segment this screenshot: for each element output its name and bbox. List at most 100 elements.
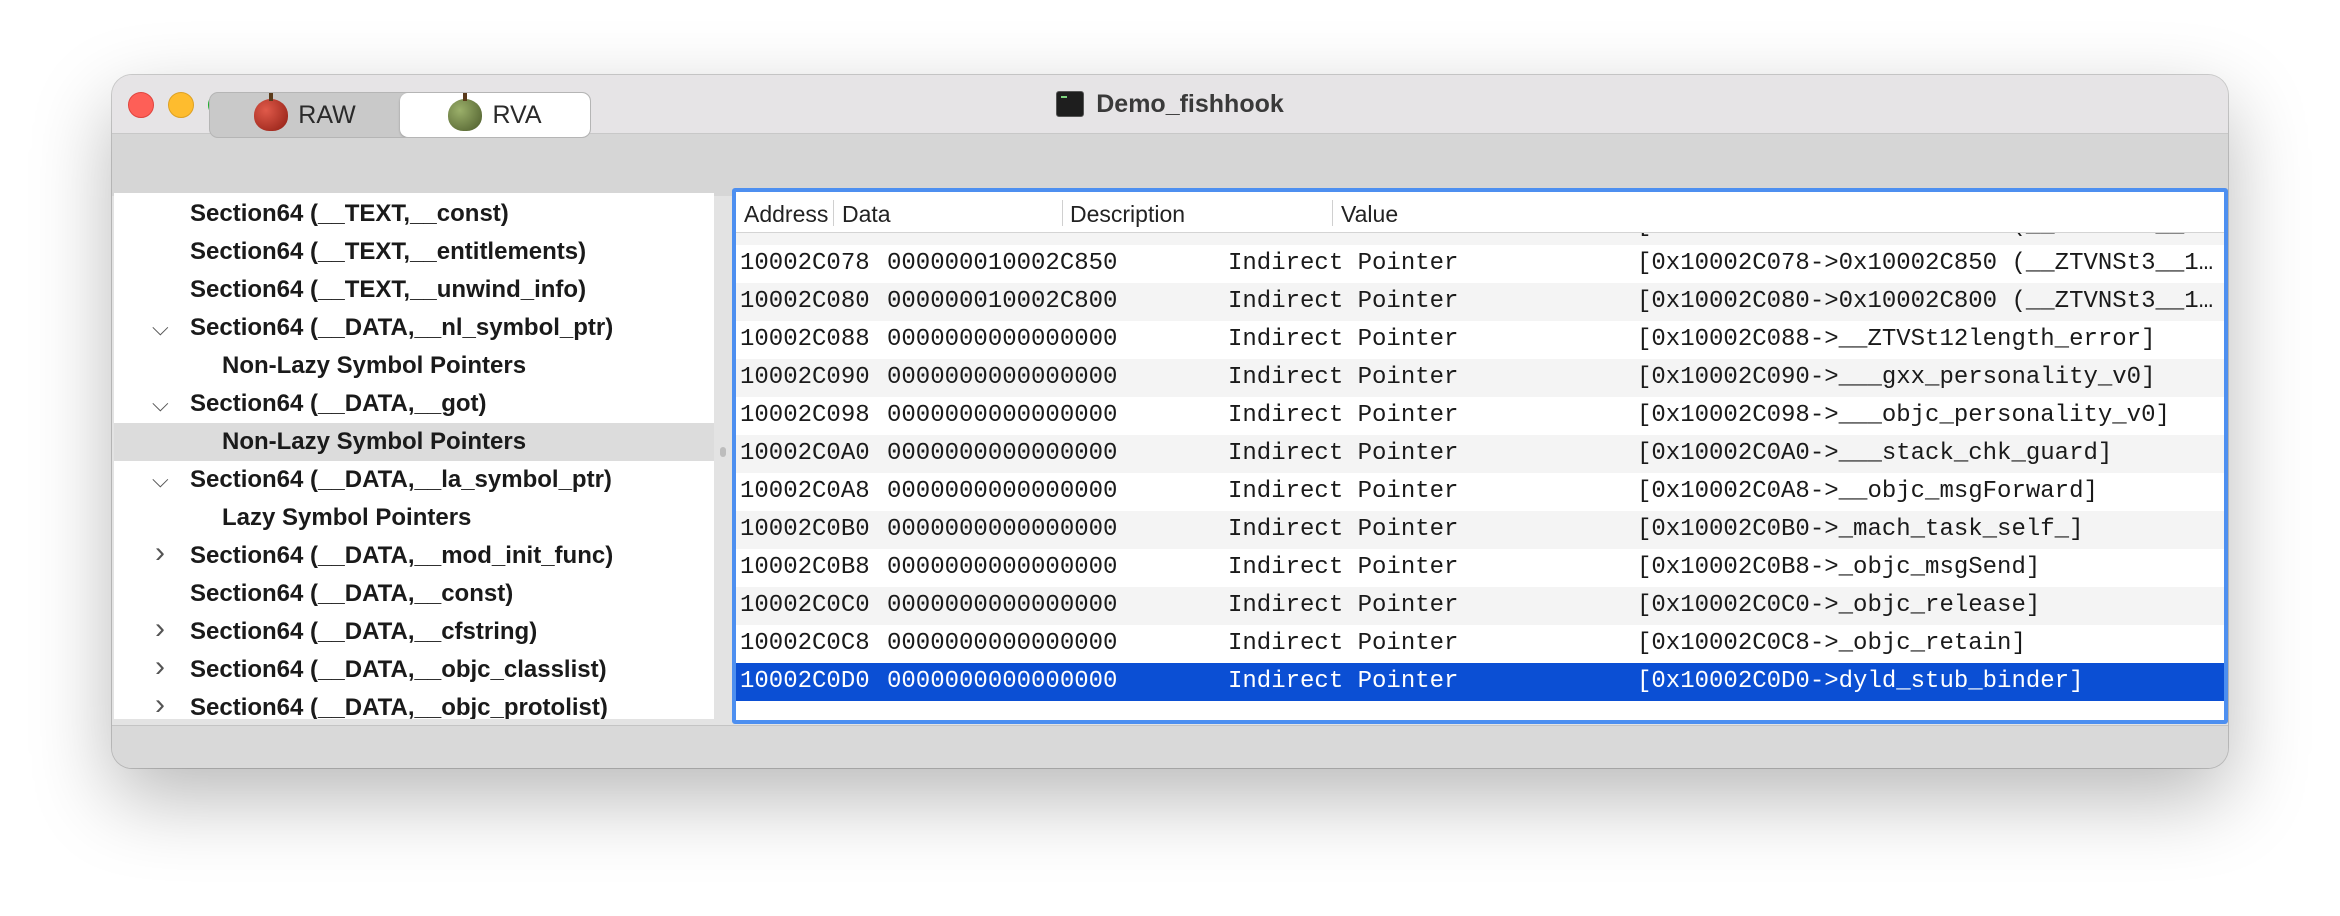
table-row[interactable]: 10002C088 0000000000000000 Indirect Pointe… (736, 321, 2224, 359)
cell-address: 10002C078 (740, 250, 870, 277)
cell-description: Indirect Pointer (1228, 668, 1459, 695)
cell-value: [0x10002C078->0x10002C850 (__ZTVNSt3__1… (1637, 250, 2214, 277)
table-row[interactable]: 10002C080 000000010002C800 Indirect Pointe… (736, 283, 2224, 321)
raw-segment-label: RAW (298, 100, 356, 129)
split-view-divider[interactable] (720, 447, 726, 457)
sidebar-item-label: Section64 (__TEXT,__const) (190, 200, 509, 227)
column-header-data[interactable]: Data (842, 192, 891, 232)
sidebar-item-label: Non-Lazy Symbol Pointers (222, 352, 527, 379)
table-row[interactable]: 10002C0B0 0000000000000000 Indirect Pointe… (736, 511, 2224, 549)
cell-data: 0000000000000000 (887, 668, 1118, 695)
cell-description: Indirect Pointer (1228, 402, 1459, 429)
table-row[interactable]: 10002C0B8 0000000000000000 Indirect Pointe… (736, 549, 2224, 587)
sidebar-item[interactable]: › Section64 (__DATA,__objc_classlist) (114, 648, 714, 689)
cell-value: [0x10002C0C0->_objc_release] (1637, 592, 2041, 619)
cell-data: 0000000000000000 (887, 630, 1118, 657)
cell-data: 000000010002C850 (887, 250, 1118, 277)
column-header-address[interactable]: Address (744, 192, 828, 232)
cell-description: Indirect Pointer (1228, 288, 1459, 315)
cell-value: [0x10002C080->0x10002C800 (__ZTVNSt3__1… (1637, 288, 2214, 315)
status-bar (112, 725, 2228, 768)
column-header-value[interactable]: Value (1341, 192, 1398, 232)
cell-data: 0000000000000000 (887, 478, 1118, 505)
cell-value: [0x10002C0A8->__objc_msgForward] (1637, 478, 2098, 505)
sidebar-item-label: Section64 (__DATA,__la_symbol_ptr) (190, 466, 612, 493)
sidebar-item[interactable]: Section64 (__TEXT,__unwind_info) (114, 271, 714, 309)
table-row[interactable]: 10002C090 0000000000000000 Indirect Pointe… (736, 359, 2224, 397)
cell-data: 0000000000000000 (887, 516, 1118, 543)
column-header-description[interactable]: Description (1070, 192, 1185, 232)
raw-segment-button[interactable]: RAW (210, 93, 400, 137)
raw-rva-segmented-control: RAW RVA (209, 92, 591, 138)
green-apple-icon (448, 93, 483, 131)
sidebar-item[interactable]: Section64 (__TEXT,__const) (114, 195, 714, 233)
chevron-right-icon[interactable]: › (155, 648, 165, 686)
table-row[interactable]: 10002C0C0 0000000000000000 Indirect Pointe… (736, 587, 2224, 625)
cell-description: Indirect Pointer (1228, 516, 1459, 543)
sidebar-item-label: Section64 (__DATA,__mod_init_func) (190, 542, 614, 569)
cell-description: Indirect Pointer (1228, 440, 1459, 467)
cell-value: [0x10002C0C8->_objc_retain] (1637, 630, 2026, 657)
sidebar-item-label: Section64 (__DATA,__const) (190, 580, 514, 607)
sidebar-item-label: Section64 (__DATA,__objc_protolist) (190, 694, 608, 719)
sidebar-item[interactable]: Non-Lazy Symbol Pointers (114, 347, 714, 385)
chevron-right-icon[interactable]: › (155, 610, 165, 648)
cell-address: 10002C0C8 (740, 630, 870, 657)
cell-address: 10002C0A0 (740, 440, 870, 467)
cell-address: 10002C0D0 (740, 668, 870, 695)
cell-value: [0x10002C0B0->_mach_task_self_] (1637, 516, 2084, 543)
sidebar-item[interactable]: Non-Lazy Symbol Pointers (114, 423, 714, 461)
toolbar (112, 134, 2228, 241)
sidebar-item-label: Section64 (__DATA,__objc_classlist) (190, 656, 607, 683)
sidebar-item[interactable]: › Section64 (__DATA,__mod_init_func) (114, 534, 714, 575)
cell-address: 10002C0B0 (740, 516, 870, 543)
sidebar-item[interactable]: Section64 (__TEXT,__entitlements) (114, 233, 714, 271)
cell-value: [0x10002C090->___gxx_personality_v0] (1637, 364, 2156, 391)
cell-description: Indirect Pointer (1228, 630, 1459, 657)
sidebar-item-label: Section64 (__DATA,__nl_symbol_ptr) (190, 314, 614, 341)
sidebar-item[interactable]: › Section64 (__DATA,__cfstring) (114, 610, 714, 651)
cell-description: Indirect Pointer (1228, 250, 1459, 277)
chevron-down-icon[interactable]: ⌵ (152, 309, 169, 347)
chevron-right-icon[interactable]: › (155, 534, 165, 572)
table-row[interactable]: 10002C078 000000010002C850 Indirect Pointe… (736, 245, 2224, 283)
cell-description: Indirect Pointer (1228, 478, 1459, 505)
chevron-down-icon[interactable]: ⌵ (152, 385, 169, 423)
cell-address: 10002C0B8 (740, 554, 870, 581)
section-tree[interactable]: Section64 (__TEXT,__const) Section64 (__T… (114, 193, 714, 719)
table-row[interactable]: 10002C0A8 0000000000000000 Indirect Pointe… (736, 473, 2224, 511)
cell-description: Indirect Pointer (1228, 592, 1459, 619)
cell-data: 0000000000000000 (887, 440, 1118, 467)
sidebar-item-label: Section64 (__DATA,__got) (190, 390, 487, 417)
table-row[interactable]: 10002C0D0 0000000000000000 Indirect Pointe… (736, 663, 2224, 701)
cell-data: 000000010002C800 (887, 288, 1118, 315)
chevron-right-icon[interactable]: › (155, 686, 165, 719)
table-row[interactable]: 10002C0C8 0000000000000000 Indirect Pointe… (736, 625, 2224, 663)
cell-address: 10002C080 (740, 288, 870, 315)
sidebar-item-label: Section64 (__TEXT,__entitlements) (190, 238, 587, 265)
sidebar-item[interactable]: ⌵ Section64 (__DATA,__la_symbol_ptr) (114, 461, 714, 499)
cell-data: 0000000000000000 (887, 592, 1118, 619)
sidebar-item[interactable]: Lazy Symbol Pointers (114, 499, 714, 537)
table-row[interactable]: 10002C0A0 0000000000000000 Indirect Pointe… (736, 435, 2224, 473)
rva-segment-label: RVA (492, 100, 542, 129)
cell-value: [0x10002C088->__ZTVSt12length_error] (1637, 326, 2156, 353)
cell-value: [0x10002C0A0->___stack_chk_guard] (1637, 440, 2113, 467)
cell-data: 0000000000000000 (887, 364, 1118, 391)
chevron-down-icon[interactable]: ⌵ (152, 461, 169, 499)
app-window: Demo_fishhook RAW RVA Section64 (__TEXT,… (112, 75, 2228, 768)
sidebar-item[interactable]: Section64 (__DATA,__const) (114, 575, 714, 613)
table-header: Address Data Description Value (736, 192, 2224, 233)
cell-data: 0000000000000000 (887, 554, 1118, 581)
sidebar-item[interactable]: › Section64 (__DATA,__objc_protolist) (114, 686, 714, 719)
cell-data: 0000000000000000 (887, 326, 1118, 353)
rva-segment-button[interactable]: RVA (400, 93, 590, 137)
table-row[interactable]: 10002C098 0000000000000000 Indirect Pointe… (736, 397, 2224, 435)
cell-address: 10002C090 (740, 364, 870, 391)
sidebar-item[interactable]: ⌵ Section64 (__DATA,__nl_symbol_ptr) (114, 309, 714, 347)
window-title: Demo_fishhook (1096, 89, 1284, 118)
pointer-table[interactable]: Address Data Description Value 10002C070… (732, 188, 2228, 724)
cell-description: Indirect Pointer (1228, 554, 1459, 581)
sidebar-item-label: Section64 (__TEXT,__unwind_info) (190, 276, 587, 303)
sidebar-item[interactable]: ⌵ Section64 (__DATA,__got) (114, 385, 714, 423)
